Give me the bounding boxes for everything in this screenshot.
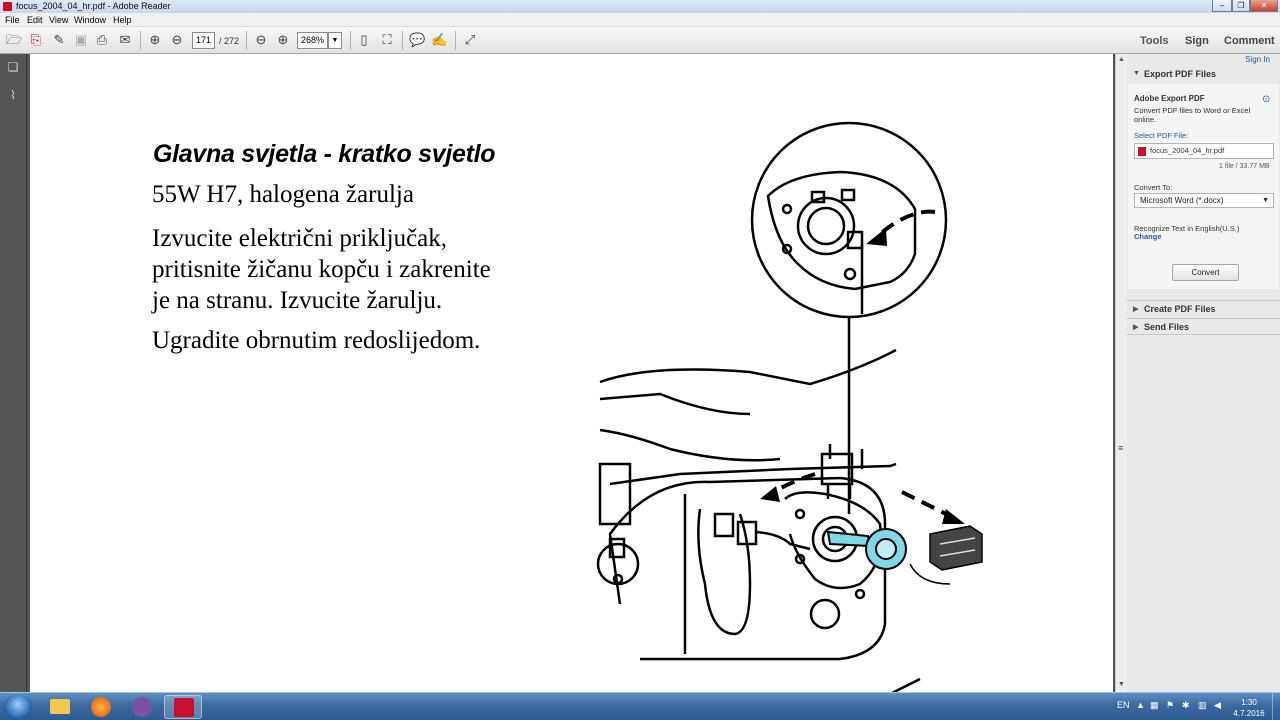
- refit-instruction: Ugradite obrnutim redoslijedom.: [152, 327, 481, 354]
- taskbar-viber[interactable]: [123, 695, 161, 719]
- zoom-in-icon[interactable]: ⊕: [275, 32, 291, 48]
- vertical-scrollbar[interactable]: ▲ ≡ ▼: [1115, 54, 1127, 692]
- viber-icon: [132, 697, 152, 717]
- export-description-1: Convert PDF files to Word or Excel: [1134, 106, 1251, 115]
- sticky-note-icon[interactable]: 💬: [409, 32, 425, 48]
- menu-bar: File Edit View Window Help: [0, 13, 1280, 27]
- export-description-2: online.: [1134, 115, 1157, 124]
- clock-time: 1:30: [1241, 698, 1257, 707]
- selected-file-field[interactable]: focus_2004_04_hr.pdf: [1134, 143, 1274, 159]
- firefox-icon: [91, 697, 111, 717]
- read-mode-icon[interactable]: ⤢: [462, 32, 478, 48]
- menu-file[interactable]: File: [5, 15, 20, 25]
- create-pdf-icon[interactable]: ⎘: [28, 32, 44, 48]
- previous-page-icon[interactable]: ⊕: [147, 32, 163, 48]
- change-link[interactable]: Change: [1134, 232, 1162, 241]
- volume-icon[interactable]: ◀: [1214, 700, 1221, 711]
- start-button[interactable]: [4, 695, 32, 719]
- action-center-icon[interactable]: ⚑: [1166, 700, 1174, 711]
- windows-taskbar: EN ▲ ▦ ⚑ ✱ ▥ ◀ 1:30 4.7.2016: [0, 692, 1280, 720]
- export-help-icon[interactable]: ⊙: [1262, 94, 1270, 105]
- pdf-page: Glavna svjetla - kratko svjetlo 55W H7, …: [30, 54, 1113, 692]
- attachments-icon[interactable]: ⌇: [6, 88, 20, 102]
- folder-icon: [50, 699, 70, 714]
- scroll-down-icon[interactable]: ▼: [1118, 681, 1125, 688]
- fit-width-icon[interactable]: ⛶: [379, 32, 395, 48]
- clock-date: 4.7.2016: [1233, 709, 1265, 718]
- tray-update-icon[interactable]: ✱: [1182, 700, 1190, 711]
- highlight-icon[interactable]: ✍: [431, 32, 447, 48]
- convert-button[interactable]: Convert: [1172, 264, 1239, 281]
- taskbar-adobe-reader[interactable]: [164, 695, 202, 719]
- instruction-line-2: pritisnite žičanu kopču i zakrenite: [152, 256, 491, 283]
- pdf-file-icon: [1138, 147, 1146, 156]
- send-files-section-header[interactable]: ▶ Send Files: [1127, 318, 1280, 335]
- show-hidden-icons-icon[interactable]: ▲: [1136, 700, 1145, 710]
- export-pdf-panel: Adobe Export PDF ⊙ Convert PDF files to …: [1128, 84, 1279, 289]
- chevron-down-icon: ▼: [1262, 197, 1269, 204]
- zoom-out-icon[interactable]: ⊖: [253, 32, 269, 48]
- title-bar: focus_2004_04_hr.pdf - Adobe Reader – ❐ …: [0, 0, 1280, 13]
- menu-help[interactable]: Help: [113, 15, 132, 25]
- network-icon[interactable]: ▥: [1198, 700, 1207, 711]
- page-heading: Glavna svjetla - kratko svjetlo: [153, 140, 496, 168]
- window-title: focus_2004_04_hr.pdf - Adobe Reader: [16, 1, 171, 11]
- export-title: Adobe Export PDF: [1134, 94, 1205, 103]
- maximize-button[interactable]: ❐: [1232, 0, 1250, 12]
- menu-window[interactable]: Window: [74, 15, 106, 25]
- menu-edit[interactable]: Edit: [27, 15, 43, 25]
- adobe-reader-icon: [174, 698, 194, 717]
- tools-side-panel: Sign In ▼ Export PDF Files Adobe Export …: [1127, 54, 1280, 692]
- zoom-input[interactable]: 268%: [297, 32, 328, 49]
- taskbar-firefox[interactable]: [82, 695, 120, 719]
- instruction-line-1: Izvucite električni priključak,: [152, 225, 448, 252]
- headlamp-bulb-illustration: [596, 121, 983, 692]
- bulb-spec: 55W H7, halogena žarulja: [152, 181, 414, 208]
- selected-file-name: focus_2004_04_hr.pdf: [1150, 146, 1225, 155]
- main-toolbar: 🗁 ⎘ ✎ ▣ ⎙ ✉ ⊕ ⊖ 171 / 272 ⊖ ⊕ 268% ▼ ▯ ⛶…: [0, 27, 1280, 54]
- page-number-input[interactable]: 171: [192, 32, 215, 49]
- next-page-icon[interactable]: ⊖: [169, 32, 185, 48]
- create-pdf-section-header[interactable]: ▶ Create PDF Files: [1127, 300, 1280, 317]
- file-info: 1 file / 33.77 MB: [1219, 163, 1270, 170]
- chevron-right-icon: ▶: [1133, 306, 1139, 313]
- system-clock[interactable]: 1:30 4.7.2016: [1229, 697, 1269, 719]
- menu-view[interactable]: View: [49, 15, 68, 25]
- sign-in-link[interactable]: Sign In: [1245, 55, 1270, 64]
- page-total: / 272: [219, 36, 240, 46]
- save-icon[interactable]: ▣: [73, 32, 89, 48]
- open-icon[interactable]: 🗁: [6, 32, 22, 48]
- select-file-label: Select PDF File:: [1134, 131, 1189, 140]
- taskbar-explorer[interactable]: [41, 695, 79, 719]
- print-icon[interactable]: ⎙: [94, 32, 110, 48]
- fit-page-icon[interactable]: ▯: [356, 32, 372, 48]
- convert-to-label: Convert To:: [1134, 183, 1173, 192]
- convert-format-value: Microsoft Word (*.docx): [1140, 196, 1224, 205]
- convert-format-select[interactable]: Microsoft Word (*.docx) ▼: [1134, 193, 1274, 208]
- sign-tab[interactable]: Sign: [1185, 35, 1209, 47]
- export-pdf-section-header[interactable]: ▼ Export PDF Files: [1127, 66, 1280, 83]
- minimize-button[interactable]: –: [1212, 0, 1232, 12]
- page-thumbnails-icon[interactable]: ❏: [6, 60, 20, 74]
- chevron-down-icon: ▼: [1133, 70, 1140, 77]
- comment-tab[interactable]: Comment: [1224, 35, 1275, 47]
- scroll-up-icon[interactable]: ▲: [1118, 56, 1125, 63]
- navigation-rail: ❏ ⌇: [0, 54, 27, 692]
- show-desktop-button[interactable]: [1272, 693, 1280, 720]
- chevron-right-icon: ▶: [1133, 324, 1139, 331]
- tools-tab[interactable]: Tools: [1140, 35, 1169, 47]
- adobe-reader-icon: [3, 2, 12, 11]
- close-button[interactable]: ✕: [1250, 0, 1278, 12]
- tray-app-icon[interactable]: ▦: [1150, 700, 1159, 711]
- edit-icon[interactable]: ✎: [51, 32, 67, 48]
- instruction-line-3: je na stranu. Izvucite žarulju.: [152, 287, 443, 314]
- scroll-grip-icon[interactable]: ≡: [1118, 443, 1123, 453]
- zoom-dropdown-icon[interactable]: ▼: [328, 32, 342, 49]
- language-indicator[interactable]: EN: [1117, 700, 1130, 710]
- email-icon[interactable]: ✉: [117, 32, 133, 48]
